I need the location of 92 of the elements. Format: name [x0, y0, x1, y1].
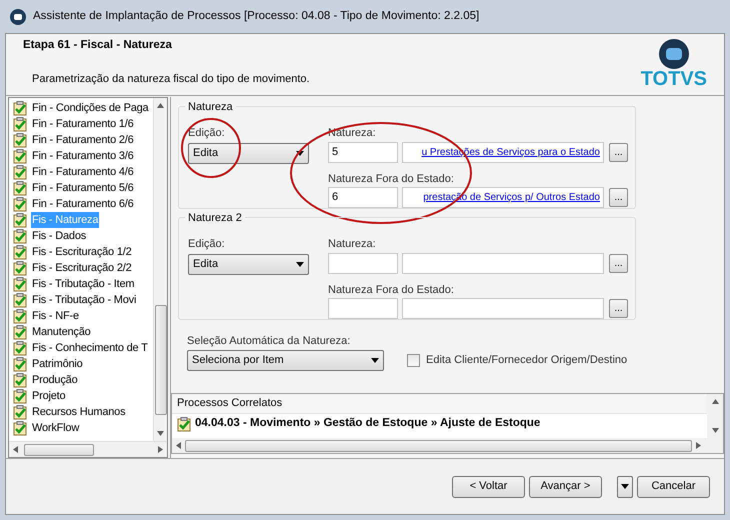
checked-clipboard-icon: [13, 420, 27, 436]
field-label: Edição:: [188, 237, 226, 252]
scroll-left-arrow-icon[interactable]: [13, 446, 18, 453]
checked-clipboard-icon: [13, 148, 27, 164]
code-field[interactable]: [328, 298, 398, 319]
caret-icon: [296, 262, 304, 266]
step-item[interactable]: Fis - Escrituração 2/2: [31, 260, 133, 276]
checked-clipboard-icon: [13, 260, 27, 276]
checked-clipboard-icon: [13, 180, 27, 196]
checked-clipboard-icon: [13, 212, 27, 228]
vertical-scrollbar[interactable]: [707, 394, 723, 438]
checked-clipboard-icon: [177, 416, 191, 432]
step-item[interactable]: Fis - Escrituração 1/2: [31, 244, 133, 260]
edit-mode-dropdown[interactable]: Edita: [188, 254, 309, 274]
logo-text: TOTVS: [640, 68, 707, 90]
checked-clipboard-icon: [13, 276, 27, 292]
step-item[interactable]: Recursos Humanos: [31, 404, 126, 420]
checked-clipboard-icon: [13, 308, 27, 324]
checked-clipboard-icon: [13, 340, 27, 356]
browse-button[interactable]: ...: [609, 188, 628, 207]
checked-clipboard-icon: [13, 324, 27, 340]
checked-clipboard-icon: [13, 388, 27, 404]
checked-clipboard-icon: [13, 164, 27, 180]
code-field[interactable]: 6: [328, 187, 398, 208]
checked-clipboard-icon: [13, 100, 27, 116]
wizard-button[interactable]: Avançar >: [529, 476, 602, 498]
step-item[interactable]: Fis - Dados: [31, 228, 88, 244]
field-label: Natureza Fora do Estado:: [328, 282, 455, 298]
checked-clipboard-icon: [13, 228, 27, 244]
caret-icon: [371, 358, 379, 362]
step-item[interactable]: Fin - Faturamento 1/6: [31, 116, 135, 132]
field-label: Natureza Fora do Estado:: [328, 172, 455, 186]
checkbox-label: Edita Cliente/Fornecedor Origem/Destino: [426, 353, 628, 368]
step-item[interactable]: Fin - Condições de Paga: [31, 100, 150, 116]
step-item[interactable]: Fin - Faturamento 6/6: [31, 196, 135, 212]
window-title: Assistente de Implantação de Processos [Processo: 04.08 - Tipo de Movimento: 2.2.05]: [33, 8, 480, 24]
vertical-scrollbar[interactable]: [153, 98, 167, 441]
step-title: Etapa 61 - Fiscal - Natureza: [23, 38, 173, 53]
checked-clipboard-icon: [13, 244, 27, 260]
step-item[interactable]: Fis - Conhecimento de T: [31, 340, 149, 356]
description-field[interactable]: [402, 252, 604, 274]
step-item[interactable]: Fin - Faturamento 2/6: [31, 132, 135, 148]
field-label: Edição:: [188, 126, 226, 141]
browse-button[interactable]: ...: [609, 142, 628, 162]
checked-clipboard-icon: [13, 372, 27, 388]
step-item[interactable]: Fin - Faturamento 3/6: [31, 148, 135, 164]
code-field[interactable]: 5: [328, 142, 398, 162]
step-item[interactable]: Fin - Faturamento 4/6: [31, 164, 135, 180]
caret-icon: [621, 484, 629, 489]
code-field[interactable]: [328, 252, 398, 274]
step-item[interactable]: WorkFlow: [31, 420, 80, 436]
dropdown-button[interactable]: [617, 476, 633, 498]
horizontal-scrollbar[interactable]: [9, 441, 167, 457]
scroll-up-arrow-icon[interactable]: [712, 399, 718, 404]
checked-clipboard-icon: [13, 196, 27, 212]
scroll-right-arrow-icon[interactable]: [158, 446, 163, 453]
wizard-button[interactable]: < Voltar: [452, 476, 525, 498]
edit-mode-dropdown[interactable]: Edita: [188, 142, 309, 164]
horizontal-scrollbar[interactable]: [172, 438, 723, 453]
step-item[interactable]: Manutenção: [31, 324, 92, 340]
checkbox[interactable]: [407, 354, 420, 367]
step-item[interactable]: Fis - NF-e: [31, 308, 80, 324]
scroll-left-arrow-icon[interactable]: [176, 442, 181, 449]
step-item[interactable]: Fis - Tributação - Movi: [31, 292, 138, 308]
checked-clipboard-icon: [13, 116, 27, 132]
wizard-button[interactable]: Cancelar: [637, 476, 710, 498]
browse-button[interactable]: ...: [609, 299, 628, 318]
checked-clipboard-icon: [13, 404, 27, 420]
logo-icon: [658, 38, 690, 70]
description-field[interactable]: [402, 298, 604, 319]
checked-clipboard-icon: [13, 132, 27, 148]
field-label: Natureza:: [328, 237, 377, 252]
step-item[interactable]: Projeto: [31, 388, 66, 404]
browse-button[interactable]: ...: [609, 254, 628, 272]
related-header: Processos Correlatos: [172, 394, 707, 414]
scroll-right-arrow-icon[interactable]: [696, 442, 701, 449]
step-item[interactable]: Patrimônio: [31, 356, 84, 372]
app-logo-icon: [9, 8, 27, 26]
related-process[interactable]: 04.04.03 - Movimento » Gestão de Estoque » Ajuste de Estoque: [195, 415, 540, 433]
field-label: Seleção Automática da Natureza:: [187, 334, 352, 349]
scroll-down-arrow-icon[interactable]: [712, 428, 718, 433]
step-item[interactable]: Produção: [31, 372, 78, 388]
field-label: Natureza:: [328, 126, 377, 141]
scroll-up-arrow-icon[interactable]: [157, 103, 164, 108]
scroll-down-arrow-icon[interactable]: [157, 431, 164, 436]
step-description: Parametrização da natureza fiscal do tipo de movimento.: [32, 72, 310, 88]
step-item[interactable]: Fin - Faturamento 5/6: [31, 180, 135, 196]
auto-selection-dropdown[interactable]: Seleciona por Item: [187, 350, 384, 370]
caret-icon: [296, 150, 304, 156]
checked-clipboard-icon: [13, 292, 27, 308]
step-item[interactable]: Fis - Tributação - Item: [31, 276, 136, 292]
checked-clipboard-icon: [13, 356, 27, 372]
